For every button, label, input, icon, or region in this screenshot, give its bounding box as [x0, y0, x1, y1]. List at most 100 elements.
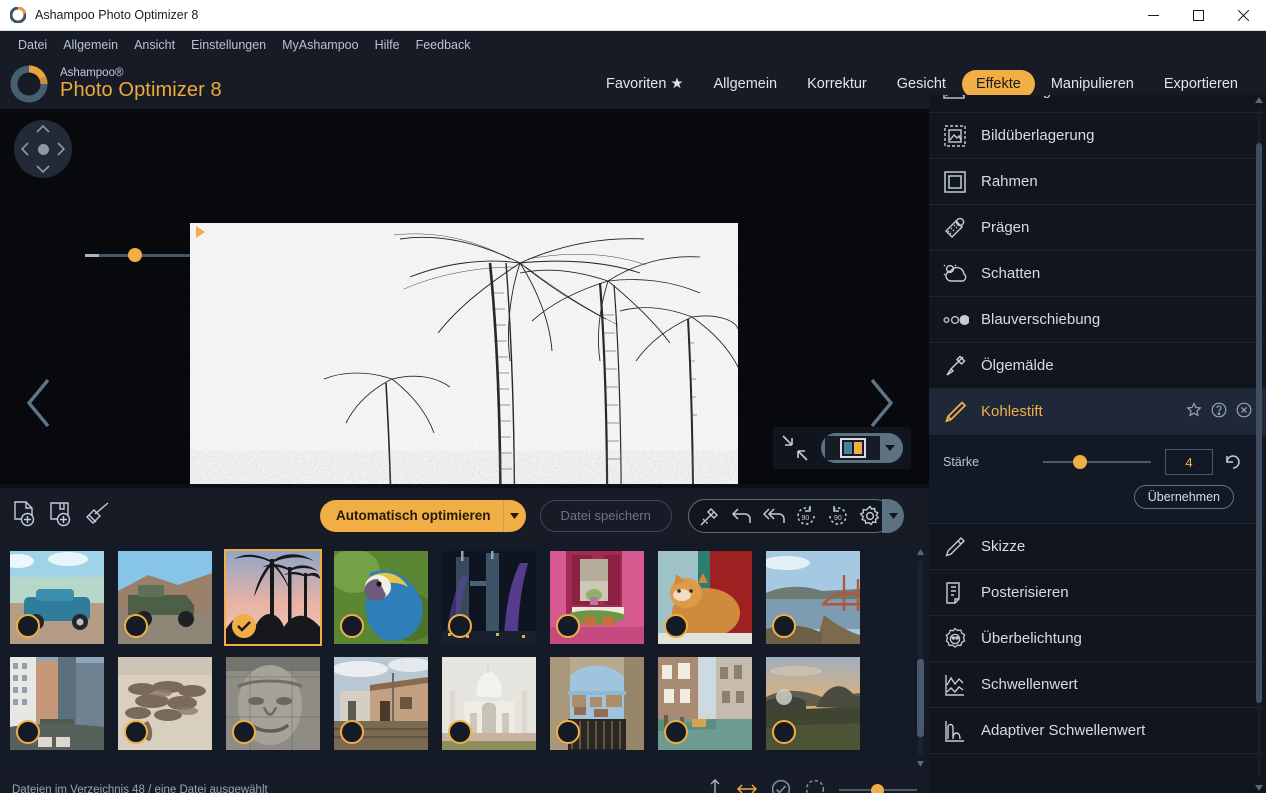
- pan-control[interactable]: [14, 120, 72, 178]
- thumb-status-badge[interactable]: [232, 720, 256, 744]
- thumbnail-size-slider[interactable]: [839, 784, 917, 793]
- menu-feedback[interactable]: Feedback: [408, 35, 479, 55]
- undo-icon[interactable]: [727, 506, 757, 526]
- thumb-status-badge[interactable]: [16, 720, 40, 744]
- favorite-star-icon[interactable]: [1186, 402, 1202, 421]
- sidebar-item-praegen[interactable]: Prägen: [929, 205, 1266, 251]
- thumbnail-scrollbar[interactable]: [916, 549, 925, 767]
- dashed-circle-icon[interactable]: [805, 779, 825, 793]
- scroll-thumb[interactable]: [1256, 143, 1262, 703]
- thumb-status-badge[interactable]: [124, 720, 148, 744]
- tab-gesicht[interactable]: Gesicht: [883, 70, 960, 98]
- help-icon[interactable]: [1211, 402, 1227, 421]
- sidebar-item-adaptiver-schwellenwert[interactable]: Adaptiver Schwellenwert: [929, 708, 1266, 754]
- sidebar-item-ueberbelichtung[interactable]: Überbelichtung: [929, 616, 1266, 662]
- menu-ansicht[interactable]: Ansicht: [126, 35, 183, 55]
- resize-vertical-icon[interactable]: [707, 778, 723, 793]
- thumb-abandoned-village-house[interactable]: [334, 657, 428, 750]
- sidebar-scrollbar[interactable]: [1254, 95, 1264, 793]
- previous-image-button[interactable]: [24, 377, 54, 432]
- thumb-volcano-crater-sunrise[interactable]: [766, 657, 860, 750]
- apply-button[interactable]: Übernehmen: [1133, 485, 1234, 509]
- fit-to-screen-icon[interactable]: [781, 434, 809, 462]
- thumb-sea-lions-beach[interactable]: [118, 657, 212, 750]
- thumb-status-badge[interactable]: [448, 720, 472, 744]
- menu-einstellungen[interactable]: Einstellungen: [183, 35, 274, 55]
- slider-thumb[interactable]: [1073, 455, 1087, 469]
- thumb-ginger-cat[interactable]: [658, 551, 752, 644]
- menu-hilfe[interactable]: Hilfe: [367, 35, 408, 55]
- thumb-taj-mahal[interactable]: [442, 657, 536, 750]
- tab-effekte[interactable]: Effekte: [961, 70, 1035, 98]
- sidebar-item-posterisieren[interactable]: Posterisieren: [929, 570, 1266, 616]
- thumb-selected-check-badge[interactable]: [232, 614, 256, 638]
- thumb-bayon-stone-face[interactable]: [226, 657, 320, 750]
- compare-mode-button[interactable]: [821, 433, 903, 463]
- sidebar-item-skizze[interactable]: Skizze: [929, 524, 1266, 570]
- thumb-archway-rooftop-view[interactable]: [550, 657, 644, 750]
- compare-chevron-down-icon[interactable]: [880, 444, 900, 452]
- resize-horizontal-icon[interactable]: [737, 781, 757, 793]
- reset-icon[interactable]: [1223, 452, 1243, 472]
- thumb-status-badge[interactable]: [124, 614, 148, 638]
- gear-icon[interactable]: [855, 504, 885, 527]
- pan-center-dot[interactable]: [37, 143, 49, 155]
- strength-slider[interactable]: [1043, 455, 1151, 469]
- maximize-button[interactable]: [1176, 0, 1221, 31]
- thumb-blue-yellow-macaw[interactable]: [334, 551, 428, 644]
- thumb-petronas-towers-night[interactable]: [442, 551, 536, 644]
- add-file-icon[interactable]: [12, 500, 38, 531]
- tab-favoriten[interactable]: Favoriten ★: [592, 70, 697, 98]
- tab-korrektur[interactable]: Korrektur: [793, 70, 881, 98]
- thumb-status-badge[interactable]: [772, 720, 796, 744]
- strength-value-field[interactable]: 4: [1165, 449, 1213, 475]
- preview-canvas[interactable]: Optimiert: [0, 109, 929, 484]
- tab-manipulieren[interactable]: Manipulieren: [1037, 70, 1148, 98]
- slider-thumb[interactable]: [871, 784, 884, 793]
- menu-myashampoo[interactable]: MyAshampoo: [274, 35, 366, 55]
- scroll-thumb[interactable]: [917, 659, 924, 737]
- zoom-out-icon[interactable]: [85, 254, 99, 257]
- sidebar-item-bild-einfuegen[interactable]: Bild einfügen: [929, 95, 1266, 113]
- thumb-status-badge[interactable]: [340, 614, 364, 638]
- brush-icon[interactable]: [84, 501, 110, 530]
- sidebar-item-kohlestift[interactable]: Kohlestift: [929, 389, 1266, 435]
- thumb-venice-canal[interactable]: [658, 657, 752, 750]
- thumb-golden-gate-bridge[interactable]: [766, 551, 860, 644]
- sidebar-item-oelgemaelde[interactable]: Ölgemälde: [929, 343, 1266, 389]
- thumb-status-badge[interactable]: [556, 720, 580, 744]
- sidebar-item-bilduberlagerung[interactable]: Bildüberlagerung: [929, 113, 1266, 159]
- undo-all-icon[interactable]: [759, 506, 789, 526]
- thumb-blue-vintage-car[interactable]: [10, 551, 104, 644]
- save-file-button[interactable]: Datei speichern: [539, 499, 672, 532]
- thumb-status-badge[interactable]: [340, 720, 364, 744]
- sidebar-item-schwellenwert[interactable]: Schwellenwert: [929, 662, 1266, 708]
- edit-actions-chevron-down-icon[interactable]: [882, 498, 904, 533]
- sidebar-item-schatten[interactable]: Schatten: [929, 251, 1266, 297]
- close-button[interactable]: [1221, 0, 1266, 31]
- auto-optimize-chevron-down-icon[interactable]: [504, 500, 526, 532]
- thumb-city-street-cable-car[interactable]: [10, 657, 104, 750]
- thumb-status-badge[interactable]: [556, 614, 580, 638]
- menu-allgemein[interactable]: Allgemein: [55, 35, 126, 55]
- magic-wand-icon[interactable]: [695, 505, 725, 527]
- rotate-left-90-icon[interactable]: 90: [791, 504, 821, 528]
- split-compare-icon[interactable]: [825, 436, 880, 460]
- tab-exportieren[interactable]: Exportieren: [1150, 70, 1252, 98]
- thumb-status-badge[interactable]: [664, 720, 688, 744]
- sidebar-item-blauverschiebung[interactable]: Blauverschiebung: [929, 297, 1266, 343]
- thumb-status-badge[interactable]: [772, 614, 796, 638]
- preview-image[interactable]: Optimiert: [190, 223, 738, 484]
- rotate-right-90-icon[interactable]: 90: [823, 504, 853, 528]
- thumb-status-badge[interactable]: [16, 614, 40, 638]
- minimize-button[interactable]: [1131, 0, 1176, 31]
- thumb-green-pickup-truck[interactable]: [118, 551, 212, 644]
- thumb-status-badge[interactable]: [664, 614, 688, 638]
- add-folder-icon[interactable]: [48, 500, 74, 531]
- menu-datei[interactable]: Datei: [10, 35, 55, 55]
- check-circle-icon[interactable]: [771, 779, 791, 793]
- thumb-palm-trees-sunset[interactable]: [224, 549, 322, 646]
- thumb-pink-window-flowers[interactable]: [550, 551, 644, 644]
- thumb-status-badge[interactable]: [448, 614, 472, 638]
- next-image-button[interactable]: [866, 377, 896, 432]
